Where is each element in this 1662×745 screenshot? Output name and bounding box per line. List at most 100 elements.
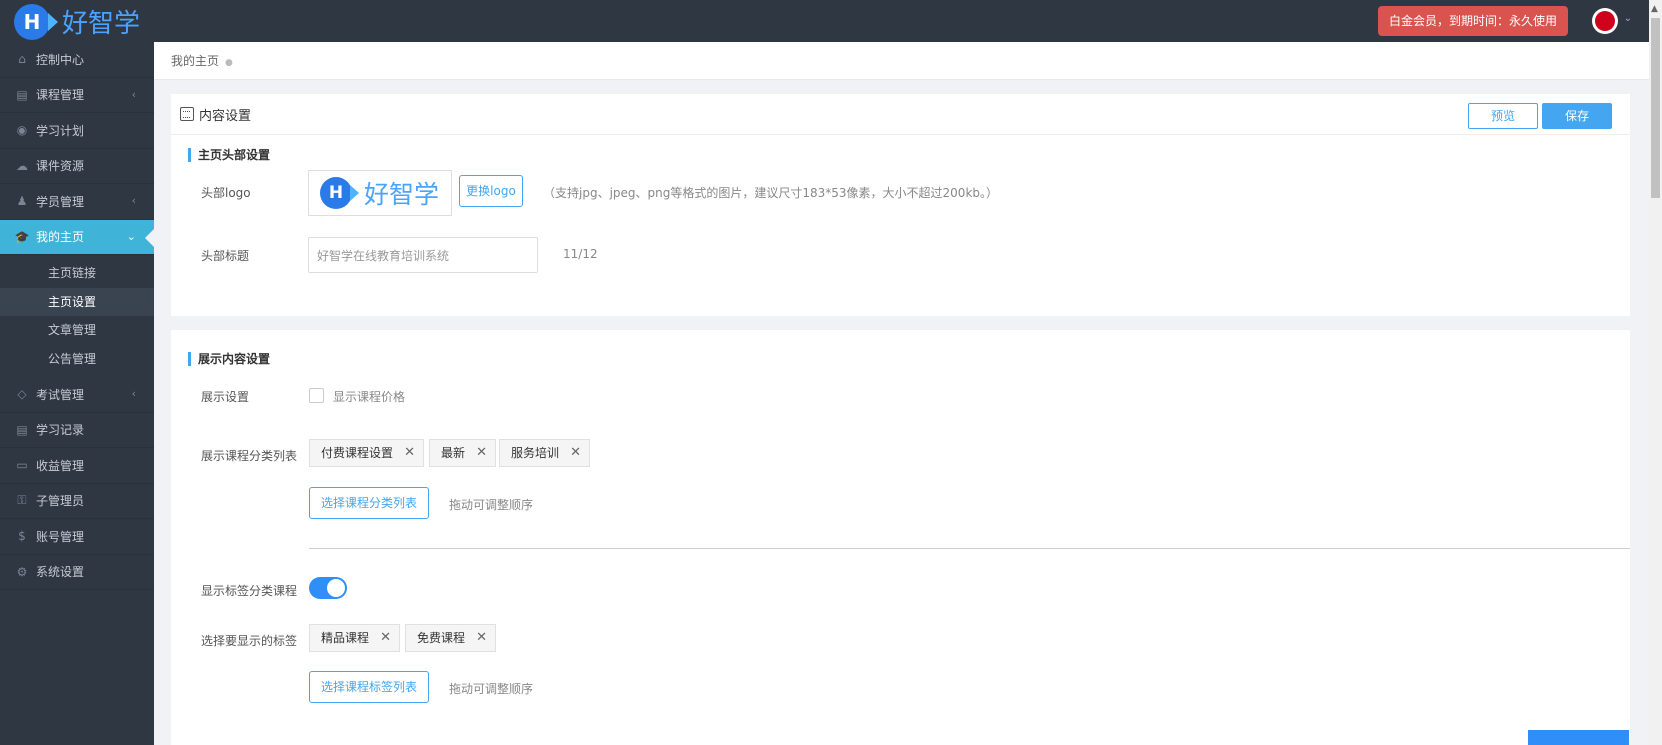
sidebar-item-label: 系统设置 [36,565,85,580]
sidebar-item-label: 收益管理 [36,458,85,473]
sidebar-item-exams[interactable]: ◇ 考试管理 ‹ [0,377,154,413]
course-tag[interactable]: 免费课程 ✕ [405,624,497,652]
tag-label: 精品课程 [321,631,370,645]
eye-icon: ◉ [16,123,28,138]
section-divider [309,548,1630,549]
breadcrumb-separator: ● [225,58,233,68]
title-label: 头部标题 [201,249,250,263]
sidebar-subitem-announcements[interactable]: 公告管理 [0,345,154,374]
logo-label: 头部logo [201,186,251,200]
book-icon: ▤ [16,87,28,102]
sidebar-item-resources[interactable]: ☁ 课件资源 [0,149,154,184]
notebook-icon: ▤ [16,422,28,437]
gear-icon: ⚙ [16,564,28,579]
header-title-input[interactable] [308,237,538,273]
sidebar-item-students[interactable]: ♟ 学员管理 ‹ [0,184,154,220]
title-char-counter: 11/12 [563,247,598,261]
sidebar-item-label: 账号管理 [36,529,85,544]
display-settings-card: 展示内容设置 展示设置 显示课程价格 展示课程分类列表 付费课程设置 ✕ 最新 … [171,330,1630,745]
scrollbar-thumb[interactable] [1651,18,1660,198]
sidebar-item-courses[interactable]: ▤ 课程管理 ‹ [0,78,154,113]
chevron-down-icon: ⌄ [126,229,136,243]
page-scrollbar[interactable]: ▲ [1649,0,1662,745]
sidebar-item-revenue[interactable]: ▭ 收益管理 [0,448,154,484]
course-tag[interactable]: 精品课程 ✕ [309,624,401,652]
sidebar-item-label: 考试管理 [36,387,85,402]
cloud-icon: ☁ [16,158,28,173]
logo-text: 好智学 [364,180,440,209]
scroll-up-icon[interactable]: ▲ [1651,4,1658,14]
sidebar-subitem-homepage-settings[interactable]: 主页设置 [0,287,154,316]
close-icon[interactable]: ✕ [380,625,391,651]
tag-label: 服务培训 [511,446,560,460]
show-price-checkbox[interactable] [309,388,324,403]
sidebar-item-label: 学习计划 [36,123,85,138]
sidebar-item-label: 学习记录 [36,423,85,438]
tag-label: 免费课程 [417,631,466,645]
category-tag[interactable]: 服务培训 ✕ [499,439,591,467]
category-tag[interactable]: 最新 ✕ [429,439,497,467]
drag-hint: 拖动可调整顺序 [449,498,534,512]
page-title: 内容设置 [199,108,252,124]
sidebar: ⌂ 控制中心 ▤ 课程管理 ‹ ◉ 学习计划 ☁ 课件资源 ♟ 学员管理 ‹ 🎓… [0,42,154,745]
sidebar-item-study-records[interactable]: ▤ 学习记录 [0,413,154,448]
member-badge[interactable]: 白金会员，到期时间：永久使用 [1377,6,1568,36]
sidebar-item-dashboard[interactable]: ⌂ 控制中心 [0,42,154,78]
sidebar-item-label: 课件资源 [36,159,85,174]
sidebar-item-label: 课程管理 [36,88,85,103]
avatar[interactable] [1592,8,1618,34]
select-tag-list-button[interactable]: 选择课程标签列表 [309,671,429,703]
close-icon[interactable]: ✕ [404,440,415,466]
graduation-cap-icon: 🎓 [14,229,30,244]
logo-text: 好智学 [62,9,141,39]
sidebar-item-my-homepage[interactable]: 🎓 我的主页 ⌄ [0,219,154,255]
section-title-display: 展示内容设置 [188,352,270,366]
app-logo[interactable]: H 好智学 [14,3,140,40]
sidebar-item-label: 控制中心 [36,52,85,67]
logo-letter: H [23,9,41,34]
logo-mark-icon: H [320,177,359,209]
sidebar-item-sub-admins[interactable]: ⚿ 子管理员 [0,484,154,519]
sidebar-subitem-homepage-link[interactable]: 主页链接 [0,259,154,288]
chevron-left-icon: ‹ [131,87,136,101]
select-category-button[interactable]: 选择课程分类列表 [309,487,429,519]
sidebar-item-label: 子管理员 [36,494,85,509]
save-button[interactable]: 保存 [1542,103,1612,129]
chevron-down-icon[interactable]: ⌄ [1624,13,1632,24]
change-logo-button[interactable]: 更换logo [459,175,523,207]
tag-label: 付费课程设置 [321,446,394,460]
display-settings-label: 展示设置 [201,390,250,404]
sidebar-subitem-articles[interactable]: 文章管理 [0,316,154,345]
card-header: 内容设置 [171,94,1630,135]
sidebar-item-label: 我的主页 [36,230,85,245]
section-title-header: 主页头部设置 [188,148,270,162]
preview-button[interactable]: 预览 [1468,103,1538,129]
close-icon[interactable]: ✕ [476,625,487,651]
tag-label: 最新 [441,446,466,460]
calendar-icon [180,107,194,121]
show-price-label[interactable]: 显示课程价格 [333,388,405,405]
floating-action-button[interactable] [1528,730,1629,745]
content-settings-card: 内容设置 预览 保存 主页头部设置 头部logo H 好智学 更换logo （支… [171,94,1630,316]
show-tag-course-toggle[interactable] [309,577,347,599]
chevron-left-icon: ‹ [131,387,136,400]
users-icon: ♟ [16,194,28,209]
category-tag[interactable]: 付费课程设置 ✕ [309,439,425,467]
top-bar: H 好智学 白金会员，到期时间：永久使用 ⌄ [0,0,1662,42]
category-list-label: 展示课程分类列表 [201,449,298,463]
sidebar-item-account[interactable]: $ 账号管理 [0,519,154,555]
sidebar-item-study-plan[interactable]: ◉ 学习计划 [0,113,154,149]
credit-card-icon: ▭ [16,458,28,473]
select-tags-label: 选择要显示的标签 [201,634,298,648]
lock-icon: ⚿ [17,493,27,508]
show-tag-course-label: 显示标签分类课程 [201,584,298,598]
breadcrumb-current[interactable]: 我的主页 [171,54,219,68]
close-icon[interactable]: ✕ [476,440,487,466]
logo-letter: H [328,183,344,203]
sidebar-submenu: 主页链接 主页设置 文章管理 公告管理 [0,255,154,377]
sidebar-item-system-settings[interactable]: ⚙ 系统设置 [0,555,154,590]
close-icon[interactable]: ✕ [570,440,581,466]
tag-icon: ◇ [17,387,27,402]
dollar-icon: $ [18,529,26,544]
logo-hint: （支持jpg、jpeg、png等格式的图片，建议尺寸183*53像素，大小不超过… [543,186,999,200]
